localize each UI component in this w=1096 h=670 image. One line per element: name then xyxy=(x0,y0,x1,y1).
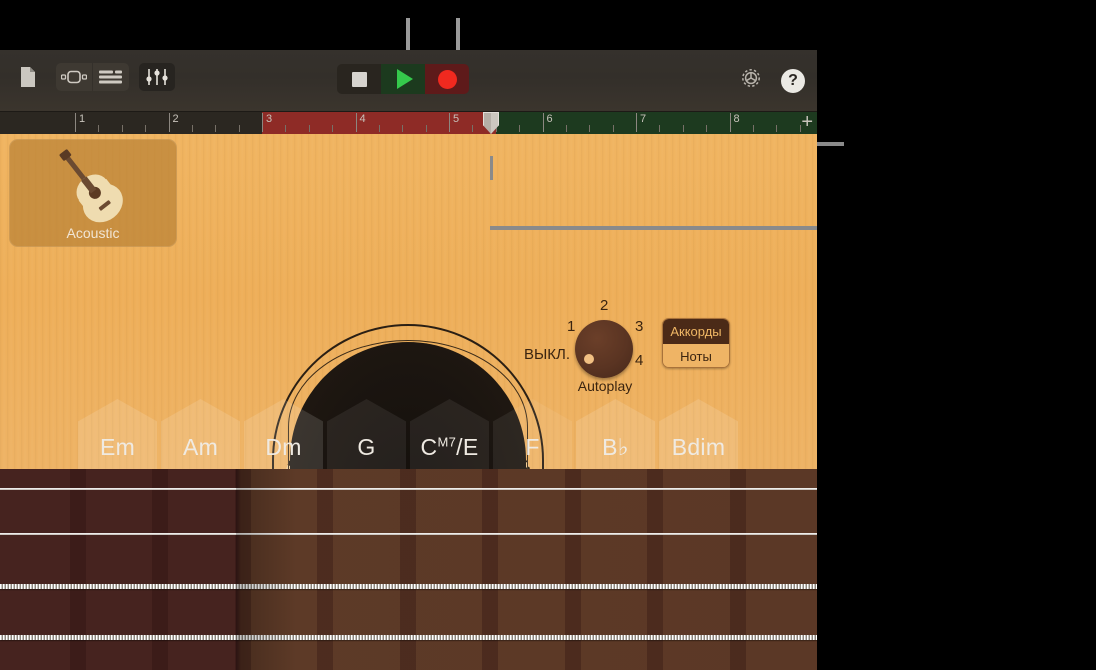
chord-label: CM7/E xyxy=(421,434,479,469)
app-root: ? 1 2 3 4 5 6 7 8 + xyxy=(0,0,1096,670)
tracks-view-icon[interactable] xyxy=(93,63,129,91)
ruler-bar-6: 6 xyxy=(543,113,553,132)
chord-label: Am xyxy=(183,434,218,469)
instrument-selector[interactable]: Acoustic xyxy=(9,139,177,247)
ruler-bar-2: 2 xyxy=(169,113,179,132)
play-icon xyxy=(397,69,413,89)
autoplay-control[interactable]: ВЫКЛ. 1 2 3 4 Autoplay xyxy=(540,294,670,394)
ruler-tick xyxy=(426,125,427,132)
chord-label: Bdim xyxy=(672,434,726,469)
autoplay-pos-3[interactable]: 3 xyxy=(635,318,643,335)
timeline-ruler[interactable]: 1 2 3 4 5 6 7 8 + xyxy=(0,112,817,134)
gear-icon[interactable] xyxy=(739,66,763,95)
ruler-tick xyxy=(379,125,380,132)
ruler-tick xyxy=(402,125,403,132)
chord-label: Dm xyxy=(265,434,301,469)
record-icon xyxy=(438,70,457,89)
record-button[interactable] xyxy=(425,64,469,94)
document-icon[interactable] xyxy=(10,63,46,91)
ruler-tick xyxy=(776,125,777,132)
autoplay-pos-4[interactable]: 4 xyxy=(635,352,643,369)
chord-label: B♭ xyxy=(602,434,629,469)
chord-button-B♭[interactable]: B♭ xyxy=(576,399,655,469)
ruler-bar-3: 3 xyxy=(262,113,272,132)
ruler-bar-4: 4 xyxy=(356,113,366,132)
guitar-string-2[interactable] xyxy=(0,533,817,535)
instrument-view-icon[interactable] xyxy=(56,63,92,91)
ruler-tick xyxy=(613,125,614,132)
stop-icon xyxy=(352,72,367,87)
help-button[interactable]: ? xyxy=(781,69,805,93)
toolbar-left-group xyxy=(10,63,175,91)
chord-label: F xyxy=(525,434,539,469)
acoustic-guitar-icon xyxy=(47,149,139,232)
ruler-tick xyxy=(659,125,660,132)
chord-label: Em xyxy=(100,434,135,469)
chords-option[interactable]: Аккорды xyxy=(663,319,729,344)
ruler-tick xyxy=(589,125,590,132)
chord-button-Bdim[interactable]: Bdim xyxy=(659,399,738,469)
autoplay-title: Autoplay xyxy=(540,378,670,394)
ruler-tick xyxy=(683,125,684,132)
notes-option[interactable]: Ноты xyxy=(663,344,729,368)
chord-button-G[interactable]: G xyxy=(327,399,406,469)
play-button[interactable] xyxy=(381,64,425,94)
autoplay-pos-1[interactable]: 1 xyxy=(567,318,575,335)
ruler-bar-1: 1 xyxy=(75,113,85,132)
ruler-tick xyxy=(145,125,146,132)
mixer-icon[interactable] xyxy=(139,63,175,91)
ruler-tick xyxy=(332,125,333,132)
chord-label: G xyxy=(357,434,375,469)
chord-button-F[interactable]: F xyxy=(493,399,572,469)
ruler-tick xyxy=(519,125,520,132)
toolbar-right-group: ? xyxy=(739,66,805,95)
chord-strip: Em Am Dm G CM7/E F B♭ Bdim xyxy=(0,399,817,469)
autoplay-knob[interactable] xyxy=(575,320,633,378)
ruler-tick xyxy=(215,125,216,132)
view-mode-toggle[interactable]: Аккорды Ноты xyxy=(662,318,730,368)
ruler-tick xyxy=(122,125,123,132)
ruler-bar-8: 8 xyxy=(730,113,740,132)
app-window: ? 1 2 3 4 5 6 7 8 + xyxy=(0,50,817,670)
guitar-string-4[interactable] xyxy=(0,635,817,640)
ruler-tick xyxy=(309,125,310,132)
autoplay-pos-2[interactable]: 2 xyxy=(600,297,608,314)
autoplay-off-label[interactable]: ВЫКЛ. xyxy=(524,346,570,363)
ruler-tick xyxy=(239,125,240,132)
view-segmented-control[interactable] xyxy=(56,63,129,91)
ruler-tick xyxy=(192,125,193,132)
ruler-tick xyxy=(285,125,286,132)
ruler-tick xyxy=(753,125,754,132)
chord-button-CM7/E[interactable]: CM7/E xyxy=(410,399,489,469)
autoplay-knob-indicator xyxy=(584,354,594,364)
playhead-rule xyxy=(490,226,817,230)
smart-guitar-area: Acoustic ВЫКЛ. 1 2 3 4 Autoplay xyxy=(0,134,817,670)
ruler-left-pad xyxy=(0,112,75,134)
chord-button-Em[interactable]: Em xyxy=(78,399,157,469)
ruler-tick xyxy=(706,125,707,132)
ruler-tick xyxy=(566,125,567,132)
add-section-button[interactable]: + xyxy=(801,113,813,131)
chord-button-Am[interactable]: Am xyxy=(161,399,240,469)
playhead-stem xyxy=(490,156,493,180)
stop-button[interactable] xyxy=(337,64,381,94)
instrument-name: Acoustic xyxy=(9,225,177,241)
ruler-tick xyxy=(472,125,473,132)
toolbar: ? xyxy=(0,50,817,112)
fretboard[interactable] xyxy=(0,469,817,670)
guitar-string-1[interactable] xyxy=(0,488,817,490)
ruler-bar-7: 7 xyxy=(636,113,646,132)
transport-controls xyxy=(337,64,469,94)
chord-button-Dm[interactable]: Dm xyxy=(244,399,323,469)
guitar-string-3[interactable] xyxy=(0,584,817,589)
ruler-tick xyxy=(98,125,99,132)
ruler-bar-5: 5 xyxy=(449,113,459,132)
